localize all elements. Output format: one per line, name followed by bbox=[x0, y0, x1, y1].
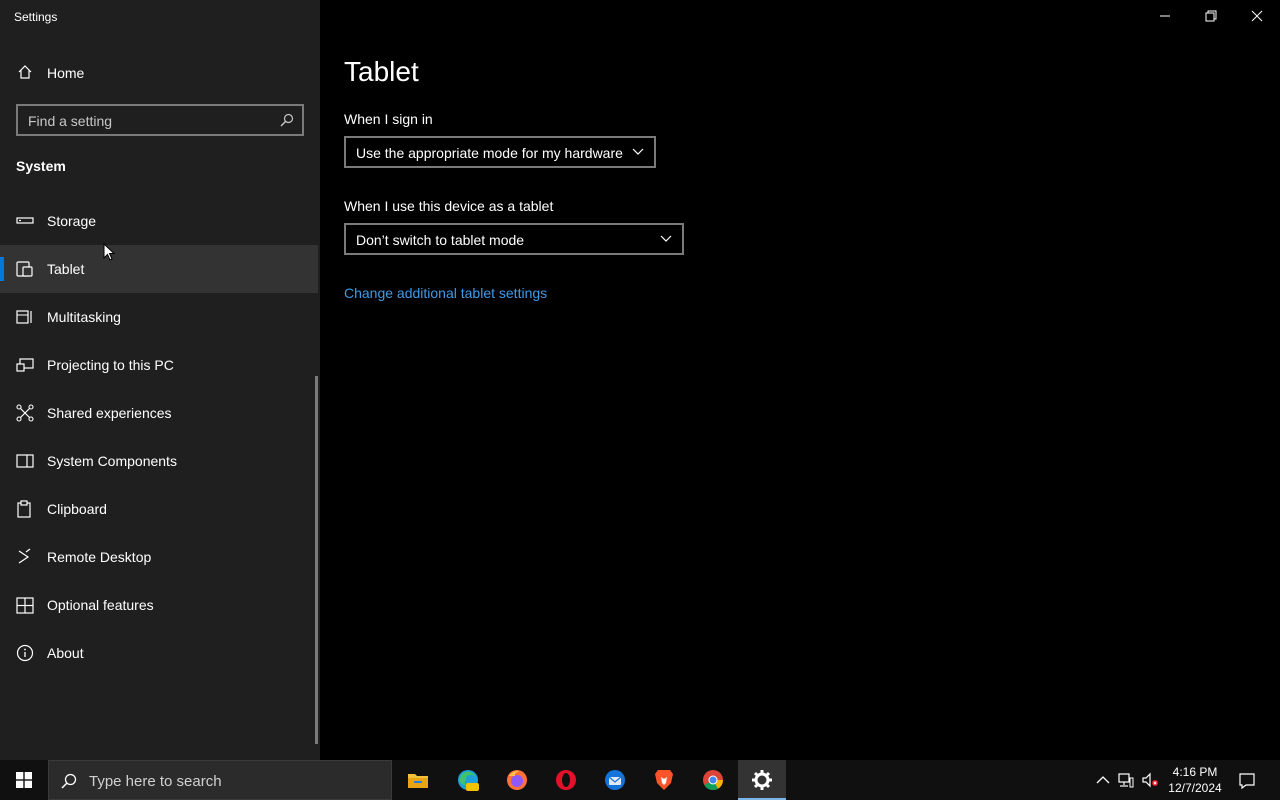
dropdown-value: Don’t switch to tablet mode bbox=[356, 232, 525, 248]
sidebar-item-label: About bbox=[47, 645, 84, 661]
thunderbird-icon bbox=[605, 770, 625, 790]
chevron-down-icon bbox=[632, 148, 644, 155]
signin-mode-dropdown[interactable]: Use the appropriate mode for my hardware bbox=[344, 136, 656, 168]
sidebar-item-clipboard[interactable]: Clipboard bbox=[0, 485, 318, 533]
remote-desktop-icon bbox=[18, 548, 31, 564]
taskbar-search-placeholder: Type here to search bbox=[89, 773, 222, 790]
taskbar-app-settings[interactable] bbox=[738, 760, 786, 800]
taskbar-search[interactable]: Type here to search bbox=[48, 760, 392, 800]
projecting-icon bbox=[16, 358, 34, 372]
sidebar-item-label: Tablet bbox=[47, 261, 85, 277]
additional-tablet-settings-link[interactable]: Change additional tablet settings bbox=[344, 285, 547, 301]
mouse-cursor-icon bbox=[103, 243, 115, 261]
sidebar-scrollbar[interactable] bbox=[315, 376, 318, 744]
sidebar-item-optional-features[interactable]: Optional features bbox=[0, 581, 318, 629]
home-icon bbox=[18, 65, 32, 79]
taskbar-app-file-explorer[interactable] bbox=[394, 760, 442, 800]
volume-muted-icon[interactable] bbox=[1142, 772, 1158, 788]
settings-window: Settings Home System Storage bbox=[0, 0, 1280, 760]
app-title: Settings bbox=[14, 10, 58, 24]
shared-experiences-icon bbox=[16, 404, 34, 422]
find-setting-search[interactable] bbox=[16, 104, 304, 136]
start-button[interactable] bbox=[0, 760, 48, 800]
tablet-mode-dropdown[interactable]: Don’t switch to tablet mode bbox=[344, 223, 684, 255]
home-button[interactable]: Home bbox=[0, 56, 320, 90]
dropdown-value: Use the appropriate mode for my hardware bbox=[356, 145, 623, 161]
sidebar-item-system-components[interactable]: System Components bbox=[0, 437, 318, 485]
section-title: System bbox=[16, 158, 66, 174]
firefox-icon bbox=[507, 770, 527, 790]
close-button[interactable] bbox=[1234, 0, 1280, 32]
search-icon bbox=[61, 773, 77, 789]
sidebar-item-tablet[interactable]: Tablet bbox=[0, 245, 318, 293]
tablet-icon bbox=[16, 261, 33, 277]
chrome-icon bbox=[703, 770, 724, 791]
about-icon bbox=[16, 644, 34, 662]
taskbar-app-chrome[interactable] bbox=[689, 760, 737, 800]
sidebar-item-label: Projecting to this PC bbox=[47, 357, 174, 373]
multitasking-icon bbox=[16, 310, 32, 324]
taskbar-app-brave[interactable] bbox=[640, 760, 688, 800]
taskbar-app-opera[interactable] bbox=[542, 760, 590, 800]
settings-icon bbox=[752, 770, 772, 790]
sidebar-item-label: Shared experiences bbox=[47, 405, 172, 421]
sidebar-item-shared-experiences[interactable]: Shared experiences bbox=[0, 389, 318, 437]
tablet-mode-label: When I use this device as a tablet bbox=[344, 198, 554, 214]
optional-features-icon bbox=[16, 597, 34, 614]
taskbar: Type here to search 4:16 PM 12/7/2024 bbox=[0, 760, 1280, 800]
sidebar-item-projecting[interactable]: Projecting to this PC bbox=[0, 341, 318, 389]
opera-icon bbox=[556, 770, 576, 790]
sidebar-item-storage[interactable]: Storage bbox=[0, 197, 318, 245]
close-icon bbox=[1251, 10, 1263, 22]
brave-icon bbox=[655, 770, 673, 790]
home-label: Home bbox=[47, 65, 85, 81]
search-input[interactable] bbox=[28, 112, 268, 130]
edge-canary-icon bbox=[458, 770, 479, 791]
taskbar-clock[interactable]: 4:16 PM 12/7/2024 bbox=[1166, 764, 1224, 796]
sidebar-item-remote-desktop[interactable]: Remote Desktop bbox=[0, 533, 318, 581]
system-components-icon bbox=[16, 454, 34, 468]
sidebar-item-label: Storage bbox=[47, 213, 97, 229]
windows-logo-icon bbox=[16, 772, 32, 788]
action-center-icon[interactable] bbox=[1238, 772, 1256, 790]
sidebar-item-label: Clipboard bbox=[47, 501, 107, 517]
taskbar-app-firefox[interactable] bbox=[493, 760, 541, 800]
sidebar-item-label: Optional features bbox=[47, 597, 154, 613]
minimize-icon bbox=[1160, 15, 1170, 17]
storage-icon bbox=[16, 217, 34, 224]
chevron-down-icon bbox=[660, 235, 672, 242]
taskbar-app-thunderbird[interactable] bbox=[591, 760, 639, 800]
sidebar-item-about[interactable]: About bbox=[0, 629, 318, 677]
sidebar-item-label: System Components bbox=[47, 453, 177, 469]
page-title: Tablet bbox=[344, 56, 419, 87]
selection-accent bbox=[0, 257, 4, 281]
clock-date: 12/7/2024 bbox=[1168, 781, 1222, 795]
restore-icon bbox=[1205, 10, 1217, 22]
network-icon[interactable] bbox=[1118, 772, 1134, 788]
signin-label: When I sign in bbox=[344, 111, 433, 127]
clock-time: 4:16 PM bbox=[1172, 765, 1218, 779]
sidebar-item-multitasking[interactable]: Multitasking bbox=[0, 293, 318, 341]
file-explorer-icon bbox=[408, 774, 428, 788]
restore-button[interactable] bbox=[1188, 0, 1234, 32]
show-hidden-icons-chevron-up-icon[interactable] bbox=[1095, 772, 1111, 788]
taskbar-app-edge-canary[interactable] bbox=[444, 760, 492, 800]
minimize-button[interactable] bbox=[1142, 0, 1188, 32]
clipboard-icon bbox=[17, 500, 31, 518]
sidebar-item-label: Remote Desktop bbox=[47, 549, 152, 565]
sidebar-item-label: Multitasking bbox=[47, 309, 121, 325]
search-icon[interactable] bbox=[280, 113, 294, 127]
sidebar: Settings Home System Storage bbox=[0, 0, 320, 760]
